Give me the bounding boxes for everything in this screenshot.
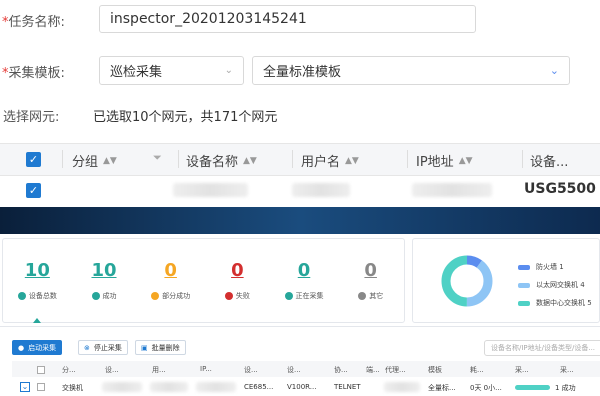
cell-type: CE685... bbox=[244, 383, 274, 391]
rcol-port[interactable]: 端... bbox=[366, 365, 380, 375]
rcol-type[interactable]: 设... bbox=[244, 365, 258, 375]
rcol-ip[interactable]: IP... bbox=[200, 365, 212, 373]
progress-bar bbox=[515, 385, 550, 390]
template-select[interactable]: 全量标准模板 ⌄ bbox=[252, 56, 570, 85]
chevron-down-icon: ⌄ bbox=[224, 65, 233, 76]
task-name-input[interactable]: inspector_20201203145241 bbox=[99, 5, 476, 33]
legend-item: 防火墙 1 bbox=[518, 262, 592, 272]
selected-indicator bbox=[33, 318, 41, 323]
column-device-type[interactable]: 设备... bbox=[530, 151, 568, 170]
column-ip[interactable]: IP地址 ▲▼ bbox=[416, 151, 473, 170]
batch-delete-button[interactable]: ▣ 批量删除 bbox=[135, 340, 186, 355]
rcol-template[interactable]: 模板 bbox=[428, 365, 442, 375]
result-select-all-checkbox[interactable] bbox=[37, 366, 45, 374]
rcol-proxy[interactable]: 代理... bbox=[385, 365, 406, 375]
cell-duration: 0天 0小... bbox=[470, 384, 502, 392]
rcol-protocol[interactable]: 协... bbox=[334, 365, 348, 375]
blurred-ip bbox=[412, 183, 492, 197]
stat-total[interactable]: 10 设备总数 bbox=[4, 240, 71, 301]
template-label: *采集模板: bbox=[2, 66, 65, 81]
rcol-progress[interactable]: 采... bbox=[515, 365, 529, 375]
ne-summary: 已选取10个网元，共171个网元 bbox=[93, 110, 278, 125]
cell-template: 全量标... bbox=[428, 384, 456, 392]
start-collect-button[interactable]: ● 启动采集 bbox=[12, 340, 63, 355]
blurred-device-name bbox=[173, 183, 248, 197]
trash-icon: ▣ bbox=[141, 343, 148, 352]
legend-item: 数据中心交换机 5 bbox=[518, 298, 592, 308]
legend-item: 以太网交换机 4 bbox=[518, 280, 592, 290]
rcol-user[interactable]: 用... bbox=[152, 365, 166, 375]
ne-select-label: 选择网元: bbox=[3, 110, 60, 125]
select-all-checkbox[interactable]: ✓ bbox=[26, 152, 41, 167]
rcol-device[interactable]: 设... bbox=[105, 365, 119, 375]
window-divider bbox=[0, 207, 600, 234]
cell-result: 1 成功 bbox=[555, 384, 576, 392]
rcol-result[interactable]: 采... bbox=[560, 365, 574, 375]
column-group[interactable]: 分组 ▲▼ bbox=[72, 151, 117, 170]
stat-success[interactable]: 10 成功 bbox=[71, 240, 138, 301]
cell-group: 交换机 bbox=[62, 384, 83, 392]
expand-icon[interactable]: ⌄ bbox=[20, 382, 30, 392]
cell-protocol: TELNET bbox=[334, 383, 361, 391]
chevron-down-icon: ⌄ bbox=[549, 64, 559, 77]
stat-running[interactable]: 0 正在采集 bbox=[271, 240, 338, 301]
stop-collect-button[interactable]: ⊗ 停止采集 bbox=[78, 340, 128, 355]
blurred-cell bbox=[150, 382, 188, 392]
task-name-label: *任务名称: bbox=[2, 15, 65, 30]
column-device-name[interactable]: 设备名称 ▲▼ bbox=[186, 151, 257, 170]
rcol-group[interactable]: 分... bbox=[62, 365, 76, 375]
stat-partial[interactable]: 0 部分成功 bbox=[137, 240, 204, 301]
search-input[interactable]: 设备名称/IP地址/设备类型/设备... bbox=[484, 340, 600, 356]
stats-row: 10 设备总数 10 成功 0 部分成功 0 失败 0 正在采集 0 其它 bbox=[4, 240, 404, 301]
device-type-donut bbox=[441, 255, 493, 307]
blurred-cell bbox=[196, 382, 236, 392]
cell-model: V100R... bbox=[287, 383, 317, 391]
blurred-cell bbox=[102, 382, 142, 392]
stat-failed[interactable]: 0 失败 bbox=[204, 240, 271, 301]
device-type-cell: USG5500 bbox=[524, 181, 596, 197]
template-type-select[interactable]: 巡检采集 ⌄ bbox=[99, 56, 244, 85]
play-icon: ● bbox=[18, 343, 25, 352]
blurred-cell bbox=[384, 382, 420, 392]
filter-icon[interactable]: ⏷ bbox=[153, 151, 162, 165]
row-checkbox[interactable]: ✓ bbox=[26, 183, 41, 198]
blurred-username bbox=[292, 183, 350, 197]
donut-legend: 防火墙 1 以太网交换机 4 数据中心交换机 5 bbox=[518, 262, 592, 316]
result-table-header bbox=[12, 361, 600, 377]
result-row-checkbox[interactable] bbox=[37, 383, 45, 391]
rcol-model[interactable]: 设... bbox=[287, 365, 301, 375]
stop-icon: ⊗ bbox=[84, 343, 90, 352]
column-username[interactable]: 用户名 ▲▼ bbox=[301, 151, 359, 170]
stat-other[interactable]: 0 其它 bbox=[337, 240, 404, 301]
rcol-duration[interactable]: 耗... bbox=[470, 365, 484, 375]
